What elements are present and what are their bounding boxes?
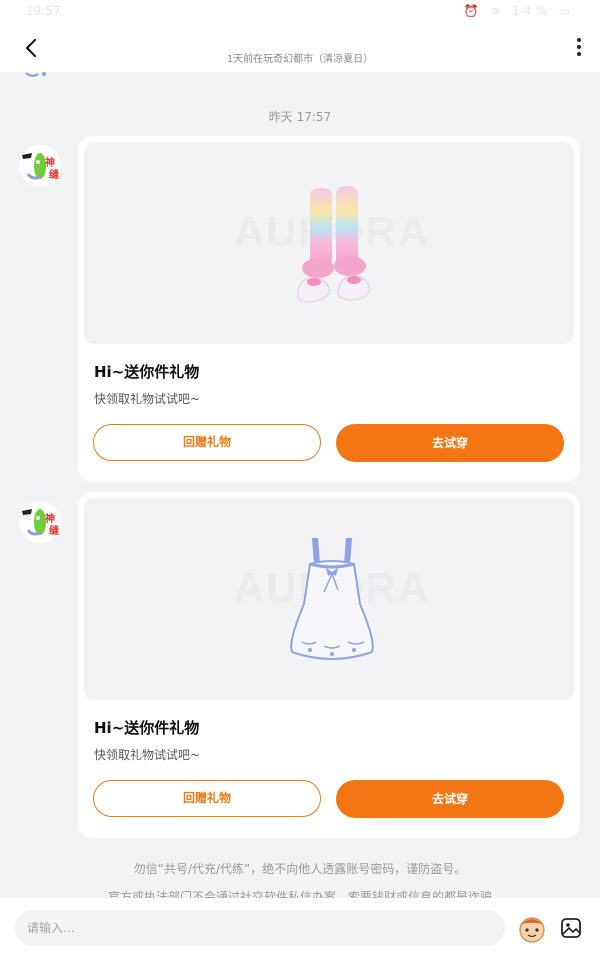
return-gift-button[interactable]: 回赠礼物 — [93, 780, 321, 817]
return-gift-button[interactable]: 回赠礼物 — [93, 424, 321, 461]
gift-item-slip-dress — [290, 538, 374, 660]
try-on-button[interactable]: 去试穿 — [336, 780, 564, 818]
message-composer — [0, 898, 600, 960]
try-on-button[interactable]: 去试穿 — [336, 424, 564, 462]
sender-avatar[interactable]: 神 缝 — [18, 144, 62, 188]
message-input[interactable] — [15, 910, 505, 946]
header-subtitle: 1天前在玩奇幻都市（清凉夏日） — [226, 54, 374, 65]
svg-text:神: 神 — [45, 156, 55, 169]
gift-image-area: AURORA — [84, 142, 574, 344]
emoji-face-icon[interactable] — [516, 914, 548, 944]
gift-card: AURORA Hi~送你件礼物 快领取礼物试试吧~ 回赠礼物 去试穿 — [78, 492, 580, 838]
status-time: 19:57 — [26, 4, 61, 18]
gift-image-area: AURORA — [84, 498, 574, 700]
vertical-dots-icon[interactable] — [572, 36, 586, 60]
message-timestamp: 昨天 17:57 — [268, 110, 332, 124]
gift-subtitle: 快领取礼物试试吧~ — [94, 748, 201, 762]
safety-notice: 勿信“共号/代充/代练”，绝不向他人透露账号密码，谨防盗号。 — [133, 862, 467, 876]
svg-text:缝: 缝 — [49, 524, 59, 537]
status-bar: 19:57 ⏰ ≋ 14% ▭ — [0, 0, 600, 24]
previous-avatar-fragment — [25, 72, 46, 77]
svg-text:缝: 缝 — [49, 168, 59, 181]
gift-title: Hi~送你件礼物 — [94, 719, 200, 737]
image-picker-icon[interactable] — [560, 917, 582, 939]
status-icons: ⏰ ≋ 14% ▭ — [463, 4, 574, 18]
gift-title: Hi~送你件礼物 — [94, 363, 200, 381]
gift-subtitle: 快领取礼物试试吧~ — [94, 392, 201, 406]
gift-item-leg-warmers — [297, 186, 371, 303]
chat-header: 1天前在玩奇幻都市（清凉夏日） — [0, 24, 600, 72]
sender-avatar[interactable]: 神 缝 — [18, 500, 62, 544]
svg-text:神: 神 — [45, 512, 55, 525]
gift-card: AURORA Hi~送你件礼物 快领取礼物试试吧~ 回赠礼物 去试穿 — [78, 136, 580, 482]
